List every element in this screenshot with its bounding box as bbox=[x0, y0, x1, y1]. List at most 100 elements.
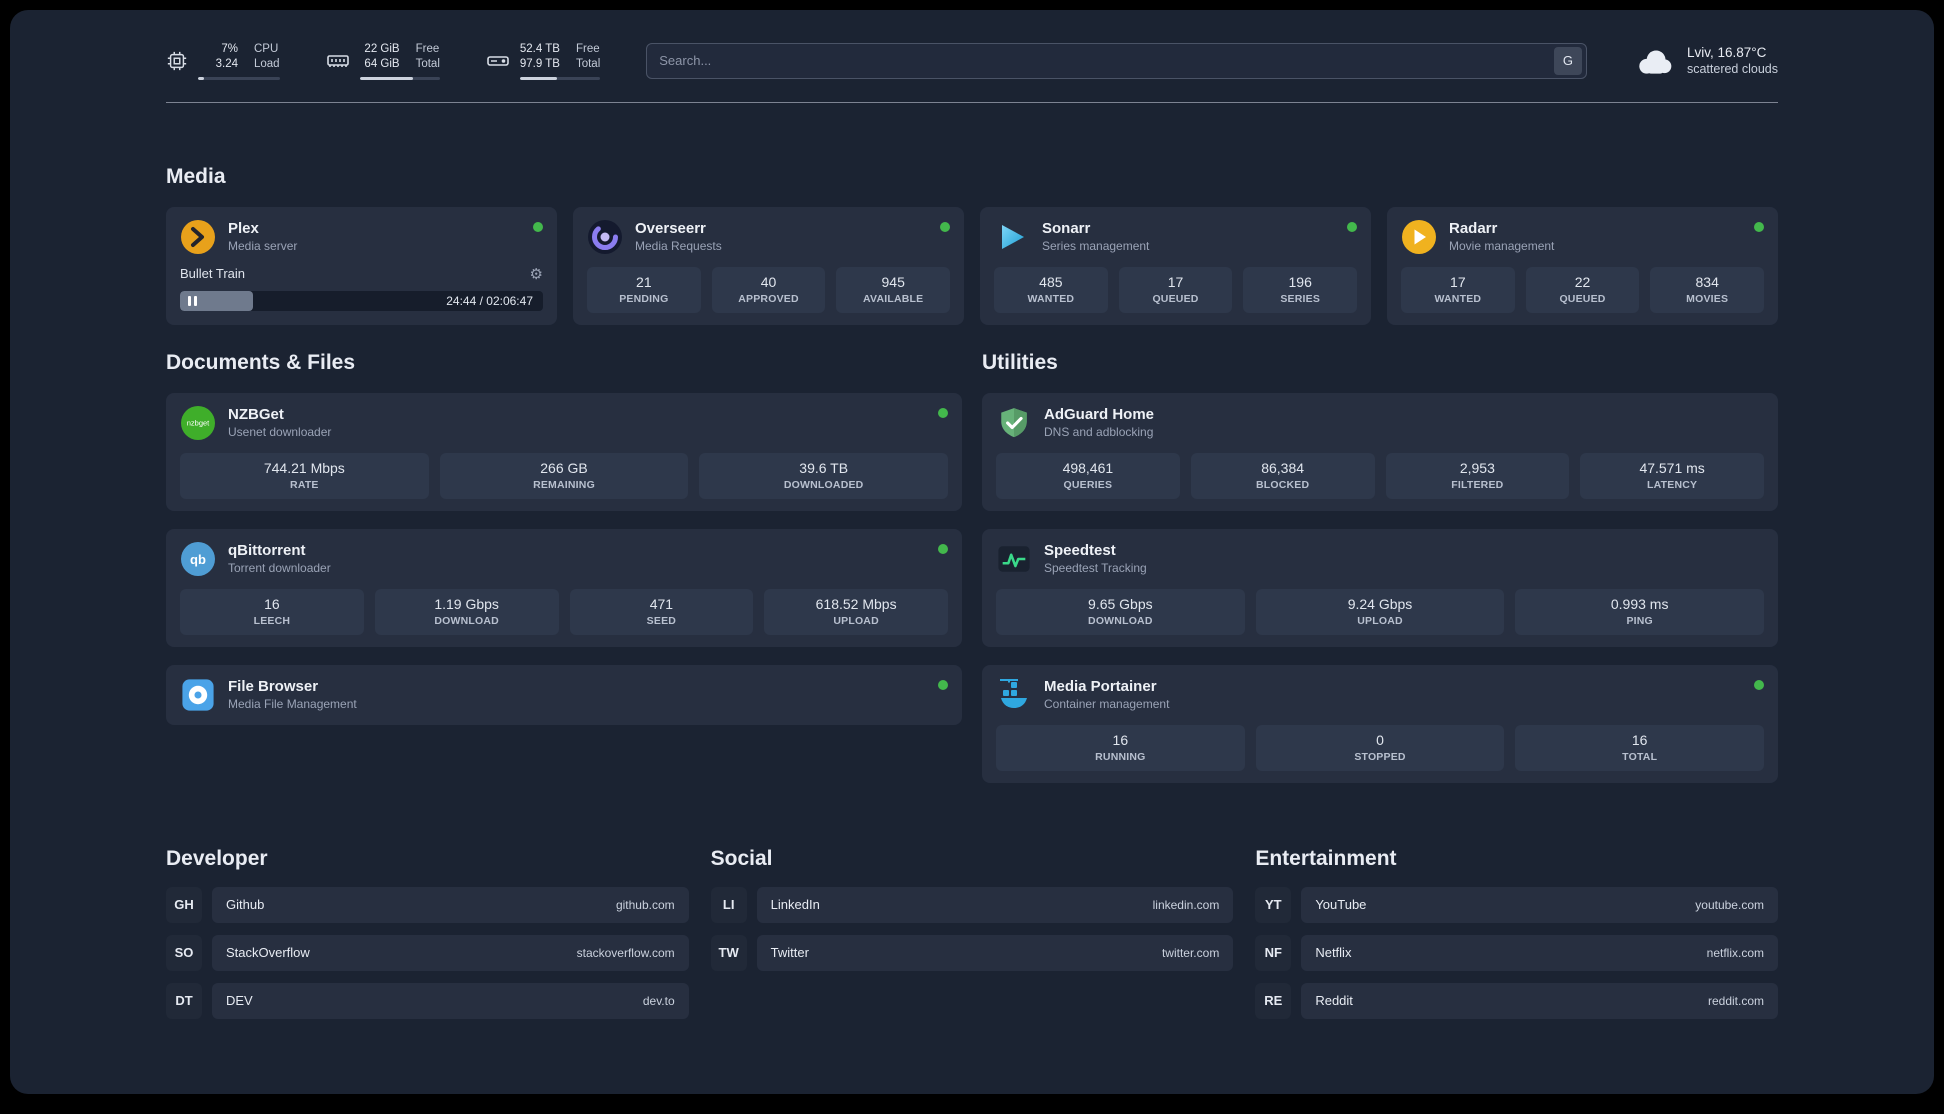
stat-pending: 21 PENDING bbox=[587, 266, 701, 313]
disk-total-label: Total bbox=[575, 57, 601, 70]
media-section-title: Media bbox=[166, 164, 226, 188]
status-dot bbox=[938, 679, 948, 690]
app-subtitle: Torrent downloader bbox=[228, 561, 331, 576]
speedtest-icon bbox=[996, 541, 1032, 577]
app-card-overseerr[interactable]: Overseerr Media Requests 21 PENDING 40 A… bbox=[573, 206, 964, 325]
now-playing-title: Bullet Train bbox=[180, 266, 246, 282]
bookmark-link-reddit[interactable]: Reddit reddit.com bbox=[1301, 982, 1778, 1019]
stat-filtered: 2,953 FILTERED bbox=[1385, 452, 1570, 499]
entertainment-group: Entertainment YT YouTube youtube.com NF … bbox=[1255, 847, 1778, 1019]
youtube-icon[interactable]: YT bbox=[1255, 886, 1292, 923]
app-card-adguard[interactable]: AdGuard Home DNS and adblocking 498,461 … bbox=[982, 392, 1778, 511]
stat-movies: 834 MOVIES bbox=[1650, 266, 1765, 313]
reddit-icon[interactable]: RE bbox=[1255, 982, 1292, 1019]
bookmark-row-youtube: YT YouTube youtube.com bbox=[1255, 886, 1778, 923]
ram-total-label: Total bbox=[415, 57, 440, 70]
entertainment-section-title: Entertainment bbox=[1255, 846, 1397, 870]
app-name: Speedtest bbox=[1044, 542, 1116, 560]
twitter-icon[interactable]: TW bbox=[710, 934, 747, 971]
stat-ping: 0.993 ms PING bbox=[1515, 588, 1765, 635]
cpu-icon bbox=[166, 50, 188, 72]
app-subtitle: Series management bbox=[1042, 239, 1150, 254]
linkedin-icon[interactable]: LI bbox=[710, 886, 747, 923]
stat-stopped: 0 STOPPED bbox=[1255, 724, 1505, 771]
stat-blocked: 86,384 BLOCKED bbox=[1190, 452, 1375, 499]
app-name: Sonarr bbox=[1042, 220, 1091, 238]
bookmark-link-stackoverflow[interactable]: StackOverflow stackoverflow.com bbox=[212, 934, 689, 971]
sonarr-icon bbox=[994, 219, 1030, 255]
github-icon[interactable]: GH bbox=[166, 886, 202, 923]
app-name: File Browser bbox=[228, 678, 319, 696]
app-card-filebrowser[interactable]: File Browser Media File Management bbox=[166, 664, 962, 725]
plex-progress-bar[interactable]: 24:44 / 02:06:47 bbox=[180, 290, 543, 311]
bookmark-link-twitter[interactable]: Twitter twitter.com bbox=[756, 934, 1234, 971]
system-stats: 7% 3.24 CPU Load 22 GiB 64 GiB Free Tota… bbox=[166, 42, 601, 80]
stat-rate: 744.21 Mbps RATE bbox=[180, 452, 429, 499]
bookmark-row-twitter: TW Twitter twitter.com bbox=[710, 934, 1234, 971]
header-divider bbox=[166, 101, 1778, 103]
bookmarks-section: Developer GH Github github.com SO StackO… bbox=[166, 847, 1778, 1075]
disk-free-label: Free bbox=[575, 43, 600, 55]
app-card-nzbget[interactable]: nzbget NZBGet Usenet downloader 744.21 M… bbox=[166, 392, 962, 511]
svg-text:qb: qb bbox=[190, 552, 206, 567]
bookmark-link-youtube[interactable]: YouTube youtube.com bbox=[1301, 886, 1778, 923]
app-subtitle: Usenet downloader bbox=[228, 425, 332, 440]
stat-latency: 47.571 ms LATENCY bbox=[1580, 452, 1764, 499]
app-name: NZBGet bbox=[228, 406, 284, 424]
bookmark-link-dev[interactable]: DEV dev.to bbox=[212, 982, 689, 1019]
app-card-sonarr[interactable]: Sonarr Series management 485 WANTED 17 Q… bbox=[980, 206, 1371, 325]
pause-icon[interactable] bbox=[188, 295, 197, 306]
nzbget-icon: nzbget bbox=[180, 405, 216, 441]
app-name: Radarr bbox=[1449, 220, 1498, 238]
app-subtitle: DNS and adblocking bbox=[1044, 425, 1154, 440]
stat-download: 1.19 Gbps DOWNLOAD bbox=[374, 588, 559, 635]
utilities-column: Utilities AdGuard Home DNS and adblockin… bbox=[982, 351, 1778, 783]
search-engine-button[interactable]: G bbox=[1553, 46, 1582, 75]
bookmark-link-netflix[interactable]: Netflix netflix.com bbox=[1301, 934, 1778, 971]
cpu-load-label: Load bbox=[254, 57, 280, 70]
stat-queries: 498,461 QUERIES bbox=[996, 452, 1180, 499]
weather-widget: Lviv, 16.87°C scattered clouds bbox=[1633, 45, 1778, 77]
stackoverflow-icon[interactable]: SO bbox=[166, 934, 202, 971]
developer-group: Developer GH Github github.com SO StackO… bbox=[166, 847, 689, 1019]
dev-icon[interactable]: DT bbox=[166, 982, 202, 1019]
qbittorrent-icon: qb bbox=[180, 541, 216, 577]
plex-icon bbox=[180, 219, 216, 255]
netflix-icon[interactable]: NF bbox=[1255, 934, 1292, 971]
weather-location: Lviv, 16.87°C bbox=[1686, 45, 1767, 61]
app-card-plex[interactable]: Plex Media server Bullet Train ⚙ 24:44 /… bbox=[166, 206, 557, 325]
app-card-qbittorrent[interactable]: qb qBittorrent Torrent downloader 16 LEE… bbox=[166, 528, 962, 647]
stat-remaining: 266 GB REMAINING bbox=[439, 452, 689, 499]
bookmark-row-stackoverflow: SO StackOverflow stackoverflow.com bbox=[166, 934, 689, 971]
search-input[interactable] bbox=[647, 53, 1554, 69]
svg-text:nzbget: nzbget bbox=[187, 418, 210, 427]
app-name: AdGuard Home bbox=[1044, 406, 1155, 424]
bookmark-link-github[interactable]: Github github.com bbox=[212, 886, 689, 923]
cpu-usage-value: 7% bbox=[221, 43, 238, 55]
disk-progress-bar bbox=[519, 76, 601, 80]
app-name: Plex bbox=[228, 220, 259, 238]
status-dot bbox=[1347, 221, 1357, 232]
ram-free-label: Free bbox=[415, 43, 440, 55]
stat-wanted: 485 WANTED bbox=[994, 266, 1108, 313]
stat-available: 945 AVAILABLE bbox=[836, 266, 951, 313]
social-group: Social LI LinkedIn linkedin.com TW Twitt… bbox=[710, 847, 1234, 1019]
search-bar[interactable]: G bbox=[646, 42, 1587, 79]
app-card-speedtest[interactable]: Speedtest Speedtest Tracking 9.65 Gbps D… bbox=[982, 528, 1778, 647]
status-dot bbox=[533, 221, 543, 232]
app-name: Media Portainer bbox=[1044, 678, 1157, 696]
status-dot bbox=[940, 221, 950, 232]
bookmark-row-netflix: NF Netflix netflix.com bbox=[1255, 934, 1778, 971]
app-card-portainer[interactable]: Media Portainer Container management 16 … bbox=[982, 664, 1778, 783]
disk-icon bbox=[486, 49, 510, 73]
playback-time: 24:44 / 02:06:47 bbox=[446, 293, 533, 308]
app-subtitle: Media server bbox=[228, 239, 298, 254]
stat-upload: 9.24 Gbps UPLOAD bbox=[1255, 588, 1505, 635]
bookmark-link-linkedin[interactable]: LinkedIn linkedin.com bbox=[756, 886, 1234, 923]
radarr-icon bbox=[1401, 219, 1437, 255]
app-subtitle: Speedtest Tracking bbox=[1044, 561, 1147, 576]
utilities-section-title: Utilities bbox=[982, 350, 1058, 374]
gear-icon[interactable]: ⚙ bbox=[530, 265, 543, 283]
app-card-radarr[interactable]: Radarr Movie management 17 WANTED 22 QUE… bbox=[1387, 206, 1778, 325]
disk-free-value: 52.4 TB bbox=[519, 43, 560, 55]
